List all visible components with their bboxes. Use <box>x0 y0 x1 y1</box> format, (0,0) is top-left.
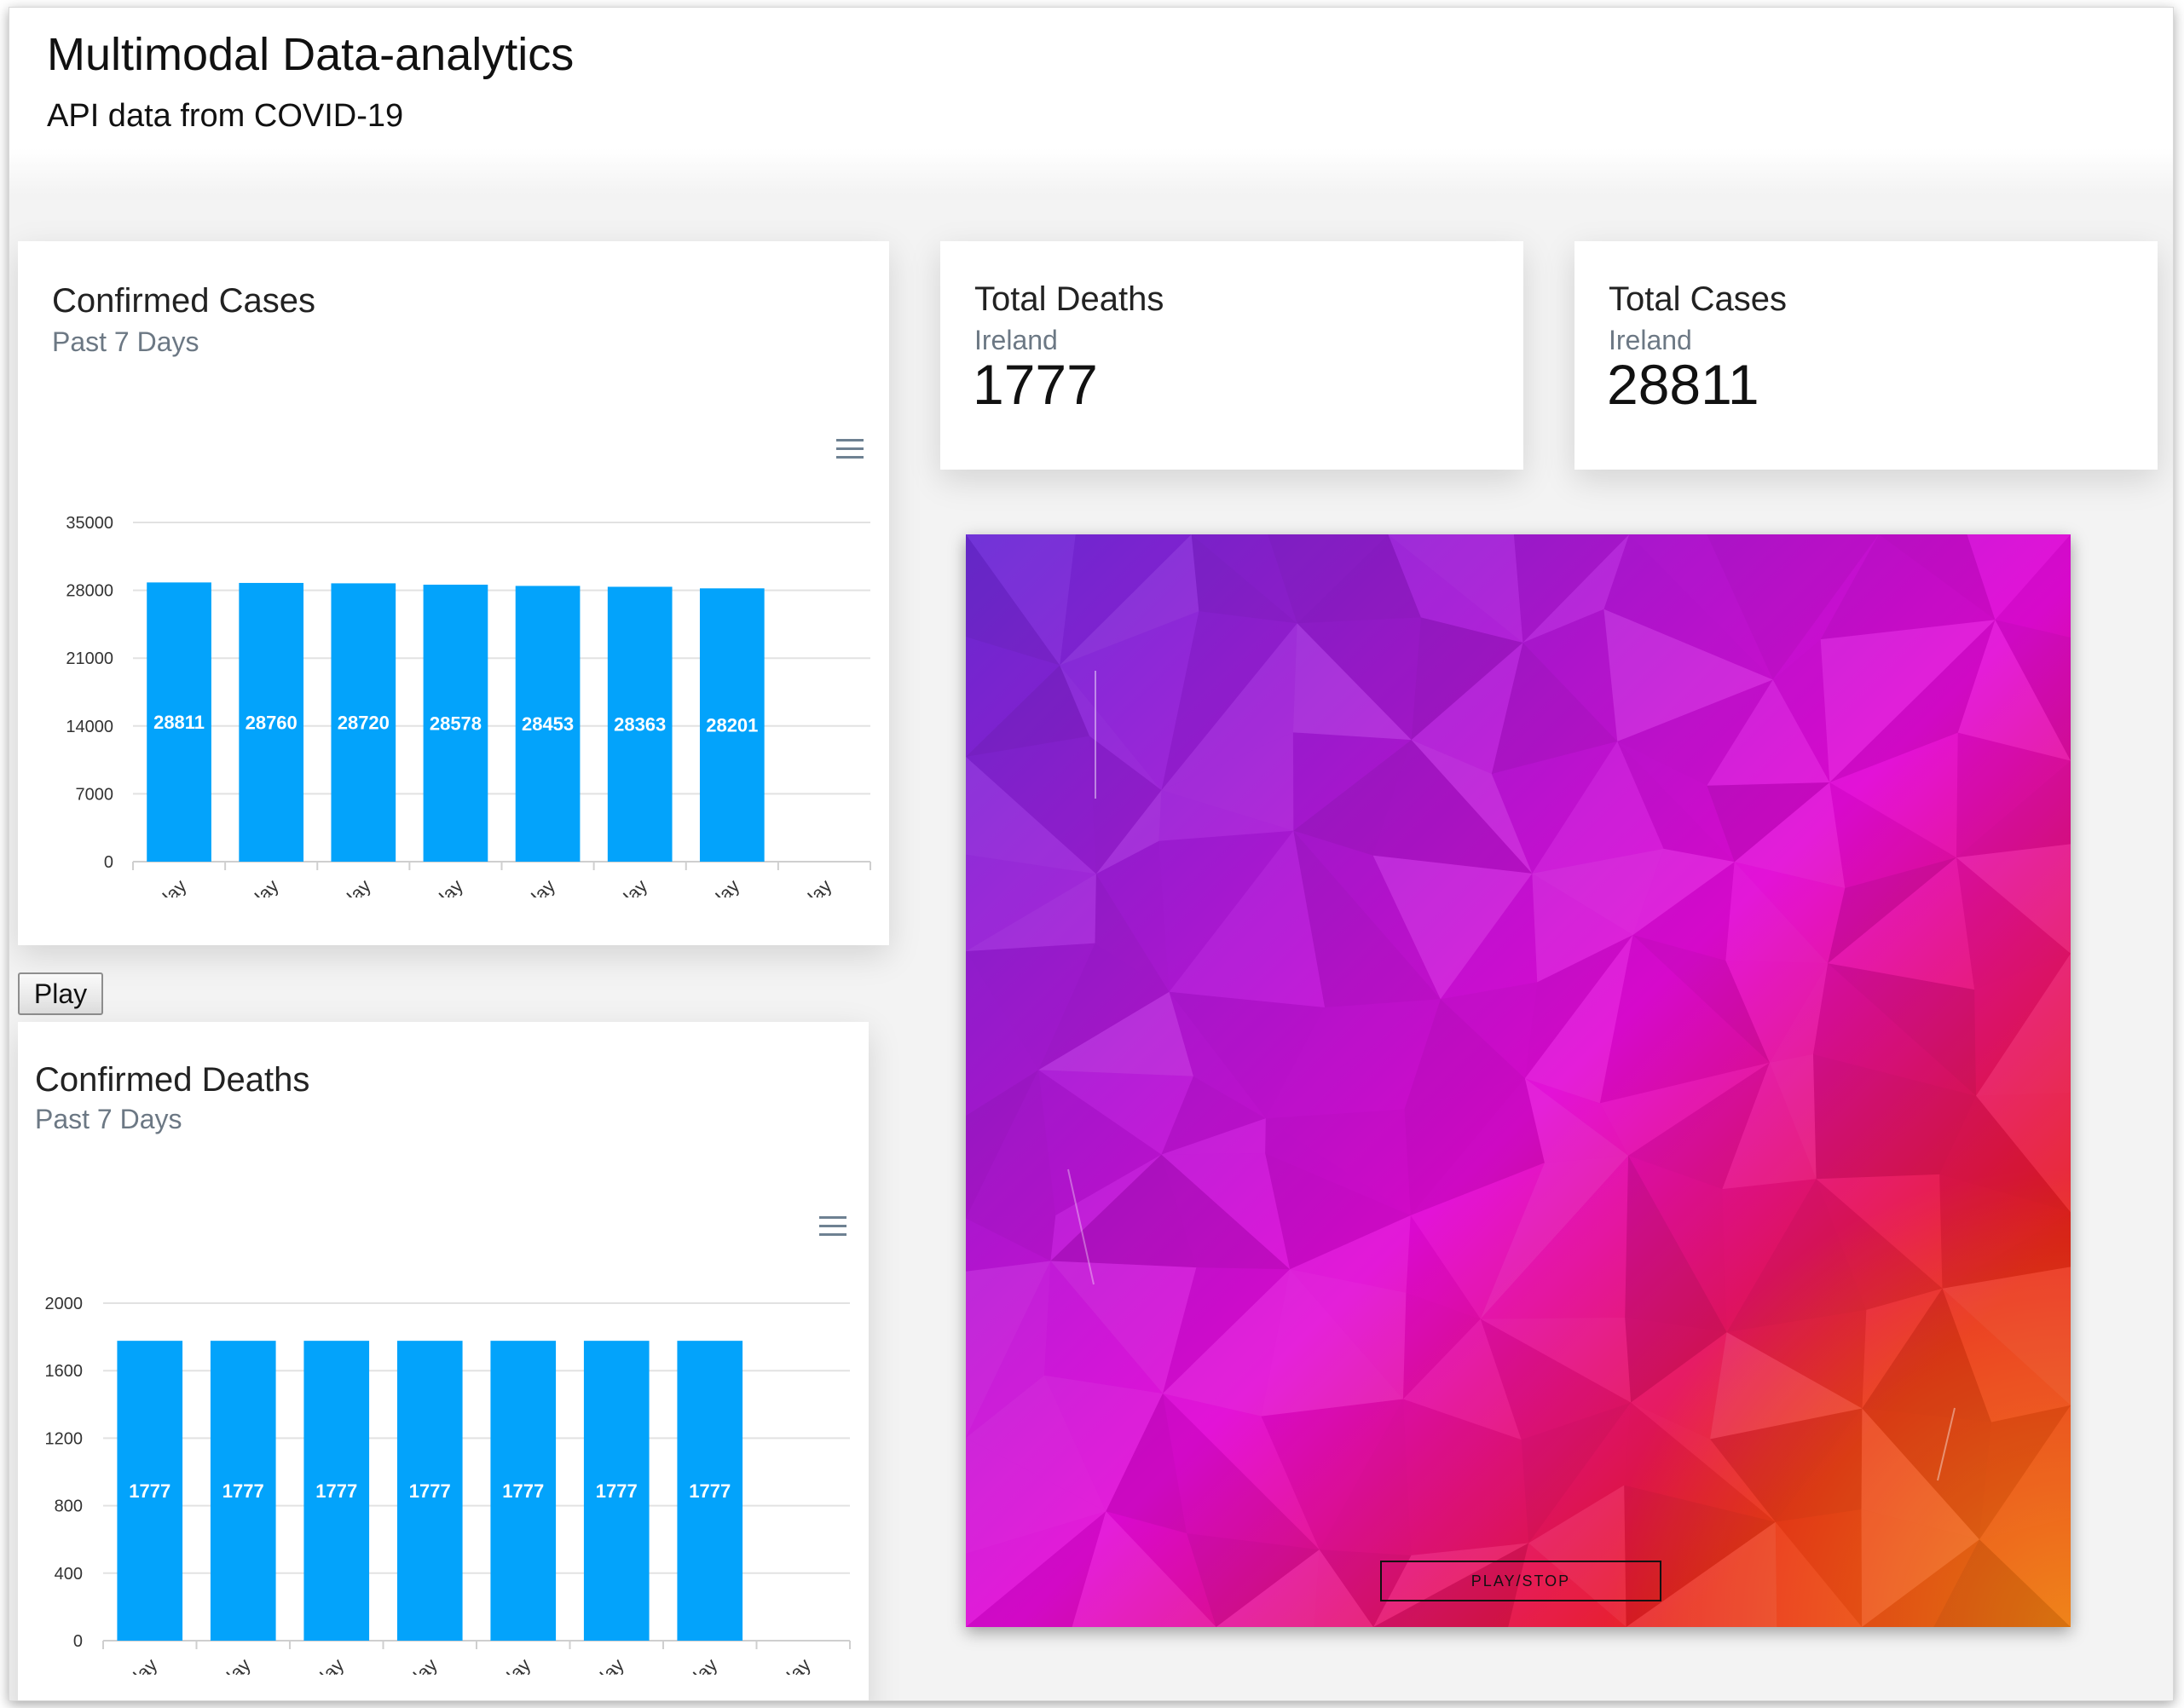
y-tick-label: 800 <box>55 1497 83 1516</box>
bar-data-label: 28578 <box>430 713 482 735</box>
card-title: Total Deaths <box>974 280 1164 318</box>
x-tick-label: Friday <box>415 875 467 897</box>
hamburger-menu-icon[interactable] <box>831 432 869 466</box>
x-tick-label: Tuesday <box>771 875 836 897</box>
card-title: Confirmed Cases <box>52 282 316 320</box>
bar-data-label: 28720 <box>338 713 390 734</box>
y-tick-label: 0 <box>104 853 113 872</box>
card-title: Total Cases <box>1609 280 1787 318</box>
y-tick-label: 35000 <box>66 514 113 533</box>
bar-data-label: 1777 <box>222 1480 264 1502</box>
browser-window: Multimodal Data-analytics API data from … <box>9 7 2174 1701</box>
y-tick-label: 21000 <box>66 649 113 668</box>
confirmed-cases-card: Confirmed Cases Past 7 Days 0 7000 14000 21… <box>18 241 889 945</box>
y-tick-label: 1200 <box>45 1429 84 1448</box>
page-header: Multimodal Data-analytics API data from … <box>9 8 2173 195</box>
x-tick-label: Wednesday <box>198 875 283 897</box>
bar-data-label: 28453 <box>522 713 574 735</box>
y-tick-label: 14000 <box>66 718 113 736</box>
x-tick-label: Monday <box>659 1654 721 1675</box>
x-tick-label: Thursday <box>278 1654 349 1675</box>
x-tick-label: Friday <box>390 1654 442 1675</box>
y-tick-label: 400 <box>55 1565 83 1584</box>
x-tick-label: Tuesday <box>96 1654 162 1675</box>
total-cases-card: Total Cases Ireland 28811 <box>1574 241 2158 470</box>
x-tick-label: Sunday <box>568 1654 627 1675</box>
bar-data-label: 28760 <box>246 712 298 733</box>
card-title: Confirmed Deaths <box>35 1061 310 1099</box>
x-tick-label: Sunday <box>592 875 651 897</box>
bar-data-label: 28201 <box>706 715 758 736</box>
low-poly-gradient-art <box>966 534 2071 1627</box>
play-button[interactable]: Play <box>18 972 103 1015</box>
confirmed-deaths-card: Confirmed Deaths Past 7 Days 0 400 800 1200… <box>18 1022 869 1700</box>
x-tick-label: Saturday <box>466 1654 534 1675</box>
confirmed-cases-chart: 0 7000 14000 21000 28000 35000 Tuesday Wednesda… <box>66 432 871 897</box>
total-deaths-card: Total Deaths Ireland 1777 <box>940 241 1523 470</box>
bar-data-label: 28363 <box>614 714 666 736</box>
bar-data-label: 1777 <box>315 1480 357 1502</box>
hamburger-menu-icon[interactable] <box>814 1209 852 1243</box>
x-tick-label: Monday <box>681 875 743 897</box>
y-tick-label: 0 <box>73 1632 83 1651</box>
total-deaths-value: 1777 <box>973 353 1098 416</box>
x-tick-label: Saturday <box>491 875 559 897</box>
confirmed-deaths-chart: 0 400 800 1200 1600 2000 Tuesday Wednesday Thurs… <box>45 1209 852 1675</box>
x-tick-label: Tuesday <box>749 1654 815 1675</box>
generative-art-canvas[interactable]: PLAY/STOP <box>966 534 2071 1627</box>
y-tick-label: 28000 <box>66 582 113 601</box>
play-stop-button[interactable]: PLAY/STOP <box>1380 1561 1661 1601</box>
x-tick-label: Thursday <box>304 875 375 897</box>
bar-data-label: 1777 <box>689 1480 731 1502</box>
x-tick-label: Tuesday <box>125 875 191 897</box>
bar-data-label: 1777 <box>409 1480 451 1502</box>
y-tick-label: 7000 <box>76 785 114 804</box>
bar-data-label: 1777 <box>596 1480 638 1502</box>
bar-data-label: 28811 <box>153 712 205 733</box>
bar-data-label: 1777 <box>502 1480 544 1502</box>
x-tick-label: Wednesday <box>170 1654 255 1675</box>
page-title: Multimodal Data-analytics <box>47 29 575 80</box>
bar-data-label: 1777 <box>129 1480 170 1502</box>
page-subtitle: API data from COVID-19 <box>47 98 404 134</box>
total-cases-value: 28811 <box>1607 353 1759 416</box>
y-tick-label: 2000 <box>45 1295 84 1313</box>
y-tick-label: 1600 <box>45 1362 84 1381</box>
